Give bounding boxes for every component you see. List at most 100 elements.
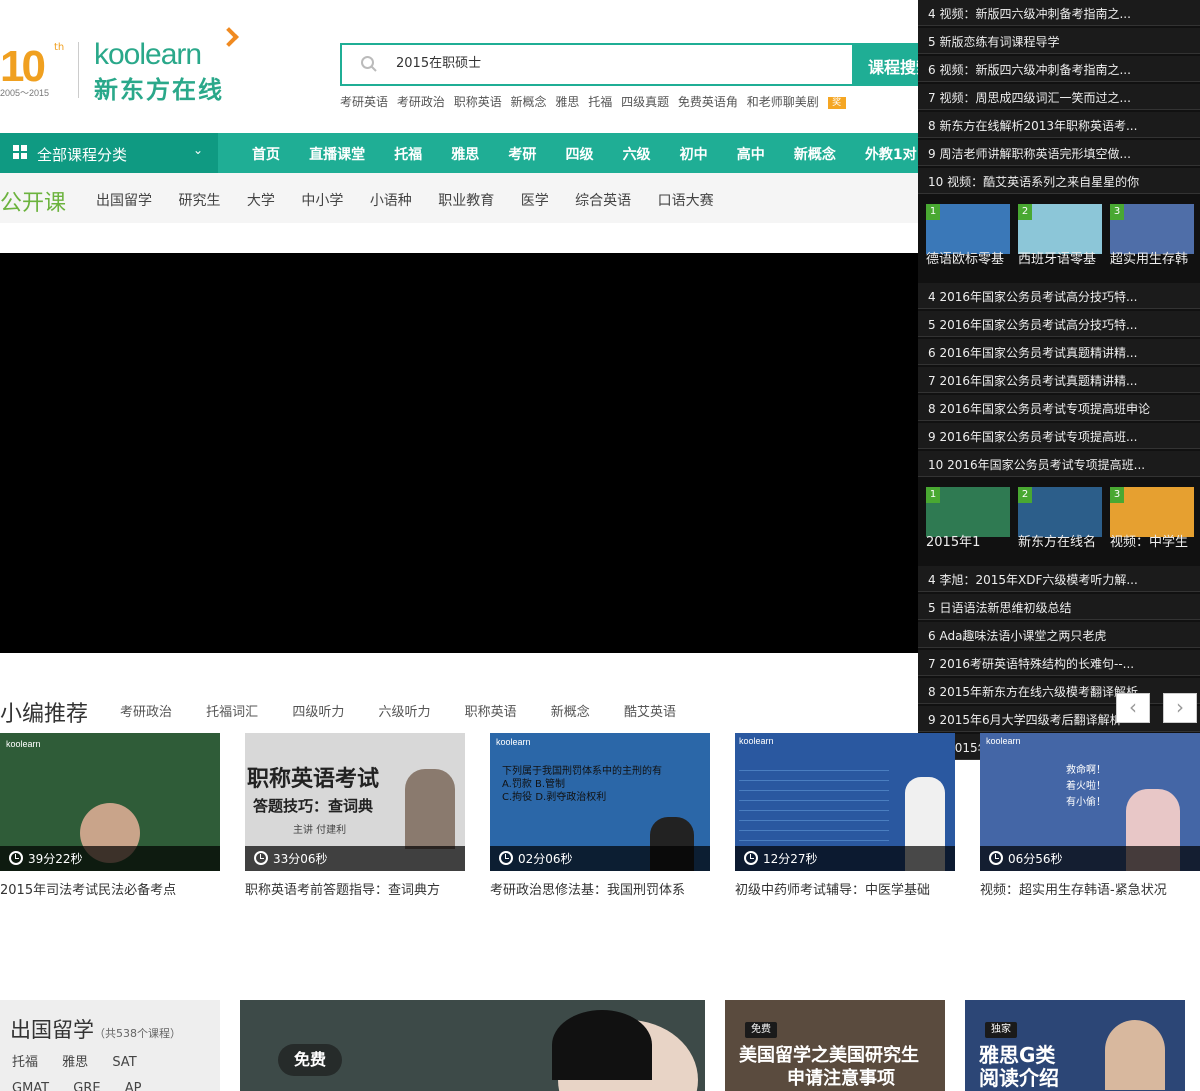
- picks-tab[interactable]: 四级听力: [292, 705, 344, 720]
- nav-link-home[interactable]: 首页: [252, 147, 280, 163]
- hot-word-link[interactable]: 考研英语: [340, 95, 388, 109]
- playlist-item[interactable]: 8 新东方在线解析2013年职称英语考...: [918, 112, 1200, 138]
- study-link[interactable]: 托福: [12, 1050, 38, 1076]
- search-input[interactable]: [396, 54, 836, 69]
- playlist-item[interactable]: 8 2016年国家公务员考试专项提高班申论: [918, 395, 1200, 421]
- hot-word-link[interactable]: 职称英语: [454, 95, 502, 109]
- nav-link-live[interactable]: 直播课堂: [309, 147, 365, 163]
- next-arrow-icon[interactable]: ›: [1163, 693, 1197, 723]
- video-duration: 39分22秒: [28, 852, 83, 866]
- playlist-item[interactable]: 7 视频：周思成四级词汇一笑而过之...: [918, 84, 1200, 110]
- video-duration: 06分56秒: [1008, 852, 1063, 866]
- thumbnail-caption[interactable]: 2015年1: [926, 531, 1014, 550]
- thumbnail-lecturer: 主讲 付建利: [293, 825, 347, 836]
- playlist-panel: 4 视频：新版四六级冲刺备考指南之... 5 新版恋练有词课程导学 6 视频：新…: [918, 0, 1200, 760]
- nav-link-senior[interactable]: 高中: [737, 147, 765, 163]
- video-title[interactable]: 职称英语考前答题指导：查词典方: [245, 879, 465, 898]
- all-categories-menu[interactable]: 全部课程分类 ⌄: [0, 133, 218, 173]
- playlist-item[interactable]: 6 Ada趣味法语小课堂之两只老虎: [918, 622, 1200, 648]
- video-thumbnail: 职称英语考试 答题技巧：查词典 主讲 付建利 33分06秒: [245, 733, 465, 871]
- playlist-item[interactable]: 5 2016年国家公务员考试高分技巧特...: [918, 311, 1200, 337]
- playlist-item[interactable]: 10 2016年国家公务员考试专项提高班...: [918, 451, 1200, 477]
- picks-tab[interactable]: 酷艾英语: [624, 705, 676, 720]
- thumbnail-caption[interactable]: 德语欧标零基: [926, 248, 1014, 267]
- nav-link-ielts[interactable]: 雅思: [451, 147, 479, 163]
- promo-tag: 独家: [985, 1022, 1017, 1038]
- nav-link-cet4[interactable]: 四级: [565, 147, 593, 163]
- hot-word-link[interactable]: 新概念: [511, 95, 547, 109]
- playlist-item[interactable]: 8 2015年新东方在线六级模考翻译解析: [918, 678, 1200, 704]
- thumbnail-caption[interactable]: 视频：中学生: [1110, 531, 1198, 550]
- playlist-item[interactable]: 6 2016年国家公务员考试真题精讲精...: [918, 339, 1200, 365]
- video-thumbnail: koolearn 12分27秒: [735, 733, 955, 871]
- video-player[interactable]: [0, 253, 918, 653]
- picks-tab[interactable]: 六级听力: [378, 705, 430, 720]
- nav-link-junior[interactable]: 初中: [680, 147, 708, 163]
- nav-link-kaoyan[interactable]: 考研: [508, 147, 536, 163]
- promo-text: 美国留学之美国研究生 申请注意事项: [739, 1044, 919, 1090]
- nav-link-toefl[interactable]: 托福: [394, 147, 422, 163]
- video-title[interactable]: 初级中药师考试辅导：中医学基础: [735, 879, 955, 898]
- playlist-item[interactable]: 4 视频：新版四六级冲刺备考指南之...: [918, 0, 1200, 26]
- promo-banner[interactable]: 独家 雅思G类 阅读介绍: [965, 1000, 1185, 1091]
- nav-link-nce[interactable]: 新概念: [794, 147, 836, 163]
- thumbnail-caption[interactable]: 超实用生存韩: [1110, 248, 1198, 267]
- video-title[interactable]: 视频：超实用生存韩语-紧急状况: [980, 879, 1200, 898]
- hot-word-link[interactable]: 和老师聊美剧: [747, 95, 819, 109]
- anniversary-suffix: th: [54, 42, 65, 53]
- playlist-item[interactable]: 9 2016年国家公务员考试专项提高班...: [918, 423, 1200, 449]
- study-link[interactable]: 雅思: [62, 1050, 88, 1076]
- study-link[interactable]: AP: [125, 1076, 142, 1091]
- sub-nav-link[interactable]: 出国留学: [96, 193, 152, 209]
- picks-tab[interactable]: 考研政治: [120, 705, 172, 720]
- playlist-item[interactable]: 9 2015年6月大学四级考后翻译解析: [918, 706, 1200, 732]
- thumbnail-caption[interactable]: 西班牙语零基: [1018, 248, 1106, 267]
- picks-tab[interactable]: 托福词汇: [206, 705, 258, 720]
- hot-word-link[interactable]: 免费英语角: [678, 95, 738, 109]
- thumbnail-rank: 3: [1110, 204, 1124, 220]
- nav-link-cet6[interactable]: 六级: [623, 147, 651, 163]
- prev-arrow-icon[interactable]: ‹: [1116, 693, 1150, 723]
- thumbnail-caption[interactable]: 新东方在线名: [1018, 531, 1106, 550]
- hot-word-link[interactable]: 四级真题: [621, 95, 669, 109]
- playlist-item[interactable]: 9 周洁老师讲解职称英语完形填空做...: [918, 140, 1200, 166]
- hot-word-link[interactable]: 雅思: [555, 95, 579, 109]
- playlist-thumbnail[interactable]: 3: [1110, 204, 1194, 254]
- playlist-thumbnail[interactable]: 3: [1110, 487, 1194, 537]
- promo-banner[interactable]: 免费 美国留学之美国研究生 申请注意事项: [725, 1000, 945, 1091]
- sub-nav-link[interactable]: 综合英语: [575, 193, 631, 209]
- playlist-item[interactable]: 4 2016年国家公务员考试高分技巧特...: [918, 283, 1200, 309]
- hot-word-link[interactable]: 托福: [588, 95, 612, 109]
- picks-tab[interactable]: 新概念: [551, 705, 590, 720]
- playlist-thumbnail[interactable]: 2: [1018, 204, 1102, 254]
- anniversary-years: 2005～2015: [0, 88, 50, 98]
- study-link[interactable]: SAT: [112, 1050, 136, 1076]
- promo-banner-main[interactable]: 免费: [240, 1000, 705, 1091]
- playlist-item[interactable]: 10 视频：酷艾英语系列之来自星星的你: [918, 168, 1200, 194]
- playlist-item[interactable]: 7 2016年国家公务员考试真题精讲精...: [918, 367, 1200, 393]
- picks-tab[interactable]: 职称英语: [465, 705, 517, 720]
- playlist-thumbnail[interactable]: 1: [926, 204, 1010, 254]
- sub-nav-link[interactable]: 口语大赛: [658, 193, 714, 209]
- free-badge: 免费: [278, 1044, 342, 1076]
- playlist-item[interactable]: 4 李旭：2015年XDF六级模考听力解...: [918, 566, 1200, 592]
- sub-nav-link[interactable]: 职业教育: [438, 193, 494, 209]
- study-link[interactable]: GRE: [73, 1076, 100, 1091]
- sub-nav-link[interactable]: 研究生: [178, 193, 220, 209]
- playlist-thumbnail[interactable]: 2: [1018, 487, 1102, 537]
- hot-word-link[interactable]: 考研政治: [397, 95, 445, 109]
- playlist-item[interactable]: 5 新版恋练有词课程导学: [918, 28, 1200, 54]
- video-title[interactable]: 2015年司法考试民法必备考点: [0, 879, 220, 898]
- sub-nav-link[interactable]: 医学: [521, 193, 549, 209]
- sub-nav-link[interactable]: 大学: [247, 193, 275, 209]
- playlist-item[interactable]: 5 日语语法新思维初级总结: [918, 594, 1200, 620]
- playlist-thumbnail[interactable]: 1: [926, 487, 1010, 537]
- sub-nav-link[interactable]: 小语种: [370, 193, 412, 209]
- logo[interactable]: 10 th 2005～2015 koolearn 新东方在线: [0, 27, 240, 104]
- sub-nav-link[interactable]: 中小学: [301, 193, 343, 209]
- playlist-item[interactable]: 7 2016考研英语特殊结构的长难句--...: [918, 650, 1200, 676]
- study-link[interactable]: GMAT: [12, 1076, 49, 1091]
- video-title[interactable]: 考研政治思修法基：我国刑罚体系: [490, 879, 710, 898]
- promo-line: 美国留学之美国研究生: [739, 1045, 919, 1066]
- playlist-item[interactable]: 6 视频：新版四六级冲刺备考指南之...: [918, 56, 1200, 82]
